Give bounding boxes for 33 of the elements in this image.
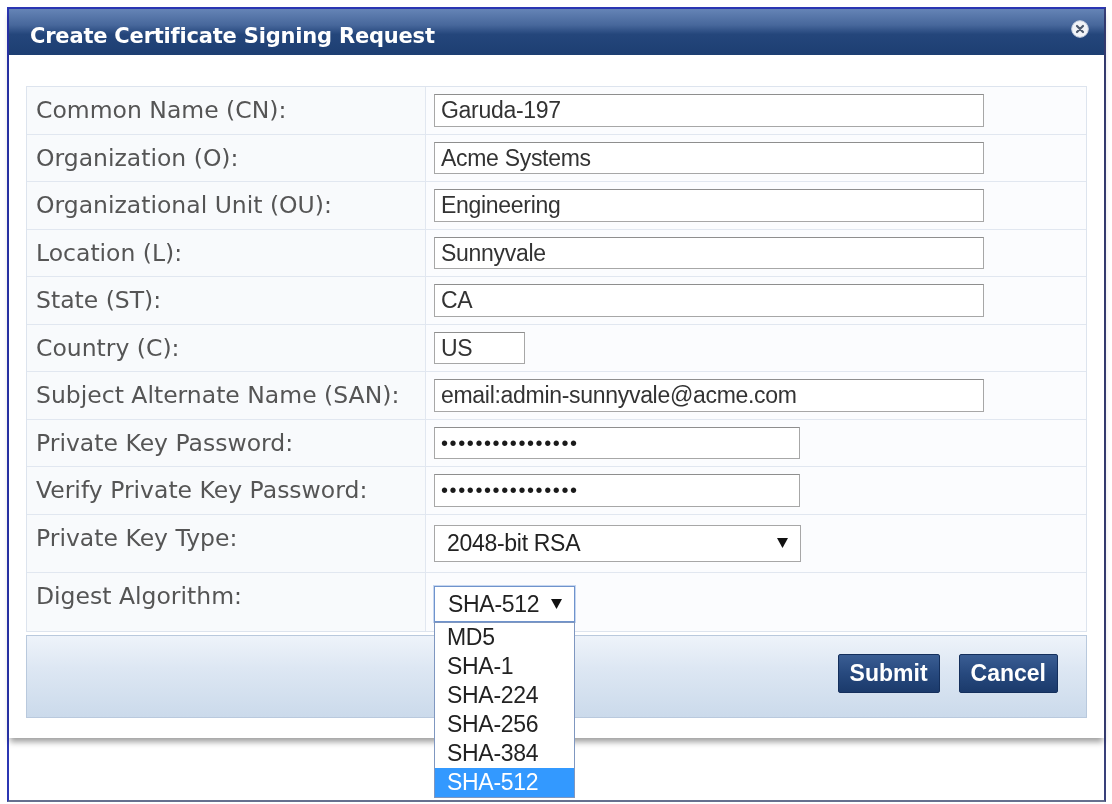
field-label: Organization (O): (36, 143, 239, 172)
field-label: Organizational Unit (OU): (36, 191, 332, 219)
text-field[interactable]: email:admin-sunnyvale@acme.com (434, 379, 984, 412)
dropdown-option[interactable]: SHA-224 (435, 680, 575, 710)
caret-icon (551, 598, 563, 609)
dropdown-option[interactable]: SHA-256 (435, 709, 575, 739)
field-label: Private Key Type: (36, 523, 238, 552)
field-label: Location (L): (36, 238, 183, 267)
field-label: Digest Algorithm: (36, 581, 242, 610)
dropdown-option[interactable]: SHA-384 (435, 738, 575, 768)
text-field[interactable]: Engineering (434, 189, 984, 222)
password-field[interactable]: •••••••••••••••• (434, 426, 800, 459)
password-field[interactable]: •••••••••••••••• (434, 474, 800, 507)
text-field[interactable]: Acme Systems (434, 141, 984, 174)
cancel-button[interactable]: Cancel (958, 653, 1058, 693)
caret-icon (777, 538, 788, 548)
field-label: Subject Alternate Name (SAN): (36, 381, 400, 409)
text-field[interactable]: CA (434, 284, 984, 317)
submit-button[interactable]: Submit (837, 653, 940, 693)
text-field[interactable]: Sunnyvale (434, 236, 984, 269)
select-field[interactable]: SHA-512 (434, 585, 576, 622)
select-field[interactable]: 2048-bit RSA (434, 524, 801, 562)
text-field[interactable]: Garuda-197 (434, 94, 984, 127)
field-label: Country (C): (36, 333, 180, 362)
dropdown-option[interactable]: SHA-1 (435, 651, 575, 681)
close-icon[interactable] (1071, 20, 1089, 38)
field-label: Verify Private Key Password: (36, 476, 368, 504)
text-field[interactable]: US (434, 331, 525, 364)
field-label: Common Name (CN): (36, 96, 287, 124)
field-label: Private Key Password: (36, 428, 294, 457)
dropdown-option[interactable]: MD5 (435, 622, 575, 652)
field-label: State (ST): (36, 286, 162, 314)
dialog-title: Create Certificate Signing Request (30, 24, 435, 48)
